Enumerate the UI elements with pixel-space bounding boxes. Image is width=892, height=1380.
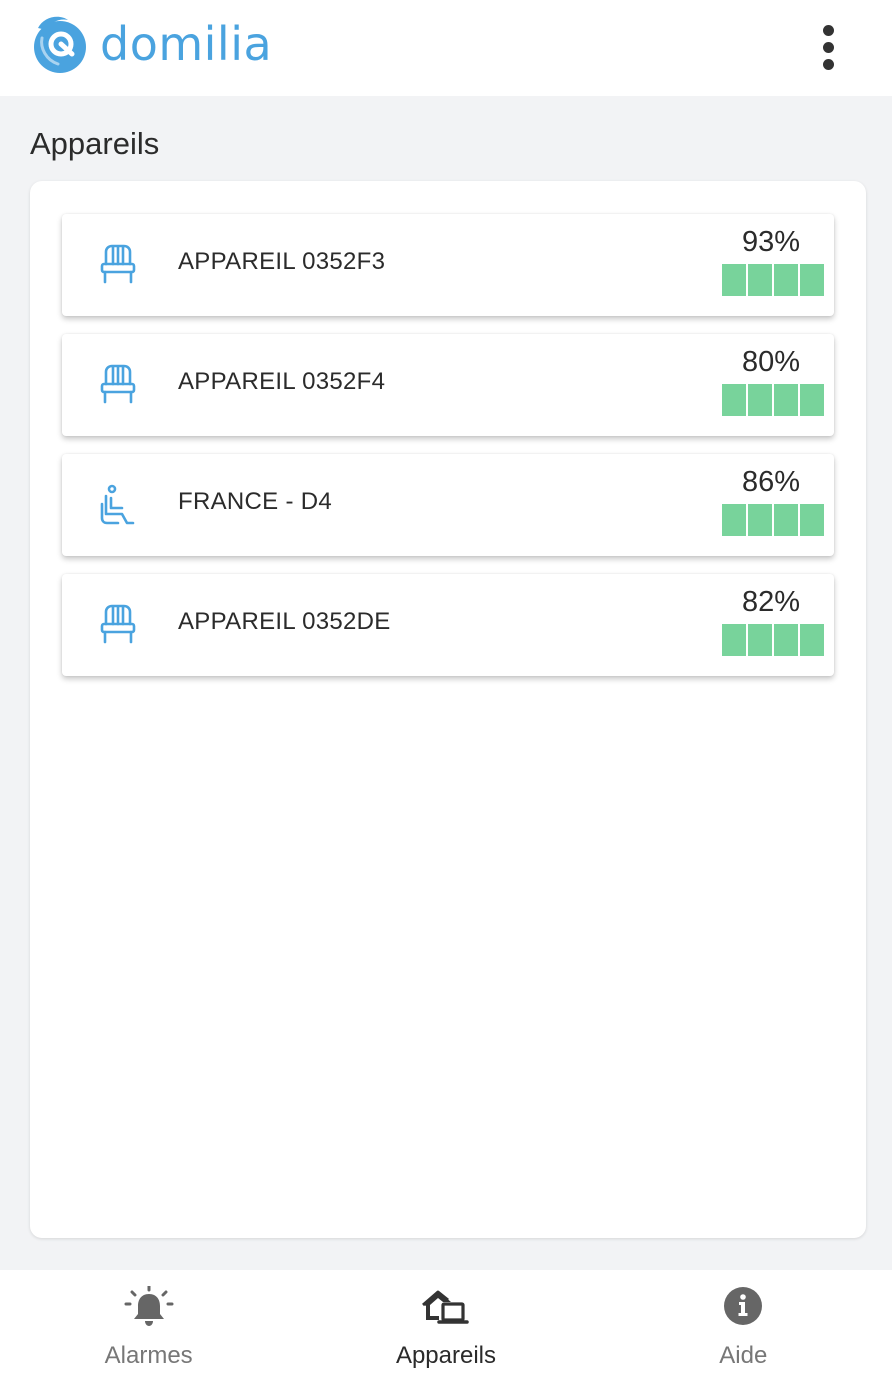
battery-cell <box>800 264 824 296</box>
battery-cell <box>774 504 798 536</box>
battery-cell <box>774 264 798 296</box>
battery-cell <box>722 624 746 656</box>
nav-item-appareils[interactable]: Appareils <box>297 1270 594 1380</box>
info-icon <box>724 1287 763 1325</box>
battery-indicator <box>722 624 824 656</box>
battery-cell <box>800 624 824 656</box>
brand-logo: domilia <box>30 14 272 74</box>
battery-indicator <box>722 504 824 536</box>
battery-cell <box>722 264 746 296</box>
battery-cell <box>748 384 772 416</box>
device-card[interactable]: APPAREIL 0352DE 82% <box>62 574 834 676</box>
more-vert-icon-dot <box>822 41 834 53</box>
device-card[interactable]: APPAREIL 0352F3 93% <box>62 214 834 316</box>
devices-panel: APPAREIL 0352F3 93% APPAREIL 0352F4 80% <box>30 181 866 1238</box>
nav-label: Appareils <box>395 1342 497 1369</box>
alarm-bell-icon <box>124 1286 174 1326</box>
battery-indicator <box>722 264 824 296</box>
device-name: APPAREIL 0352F4 <box>178 368 386 395</box>
device-name: APPAREIL 0352DE <box>178 608 391 635</box>
nav-label: Aide <box>719 1342 768 1369</box>
battery-cell <box>748 504 772 536</box>
battery-cell <box>748 624 772 656</box>
chair-icon <box>100 604 136 644</box>
nav-item-alarmes[interactable]: Alarmes <box>0 1270 297 1380</box>
more-options-button[interactable] <box>808 22 848 72</box>
battery-cell <box>774 624 798 656</box>
nav-item-aide[interactable]: Aide <box>595 1270 892 1380</box>
battery-percentage: 82% <box>741 586 800 618</box>
battery-cell <box>748 264 772 296</box>
battery-cell <box>722 384 746 416</box>
battery-cell <box>774 384 798 416</box>
app-header: domilia <box>0 0 892 96</box>
wheelchair-icon <box>100 484 135 525</box>
domilia-logo-icon <box>34 16 86 73</box>
devices-home-icon <box>422 1290 469 1324</box>
app-root: domilia Appareils APPAREIL 0352F3 93% AP… <box>0 0 892 1380</box>
bottom-navigation: Alarmes Appareils Aide <box>0 1270 892 1380</box>
more-vert-icon <box>822 24 834 36</box>
brand-name: domilia <box>100 17 273 71</box>
chair-icon <box>100 364 136 404</box>
device-card[interactable]: APPAREIL 0352F4 80% <box>62 334 834 436</box>
battery-indicator <box>722 384 824 416</box>
battery-cell <box>800 384 824 416</box>
page-title: Appareils <box>30 126 160 161</box>
battery-percentage: 86% <box>741 466 800 498</box>
chair-icon <box>100 244 136 284</box>
device-name: APPAREIL 0352F3 <box>178 248 386 275</box>
battery-cell <box>722 504 746 536</box>
battery-percentage: 80% <box>741 346 800 378</box>
device-name: FRANCE - D4 <box>178 488 332 515</box>
nav-label: Alarmes <box>104 1342 193 1369</box>
device-card[interactable]: FRANCE - D4 86% <box>62 454 834 556</box>
more-vert-icon-dot <box>822 58 834 70</box>
battery-percentage: 93% <box>741 226 800 258</box>
battery-cell <box>800 504 824 536</box>
